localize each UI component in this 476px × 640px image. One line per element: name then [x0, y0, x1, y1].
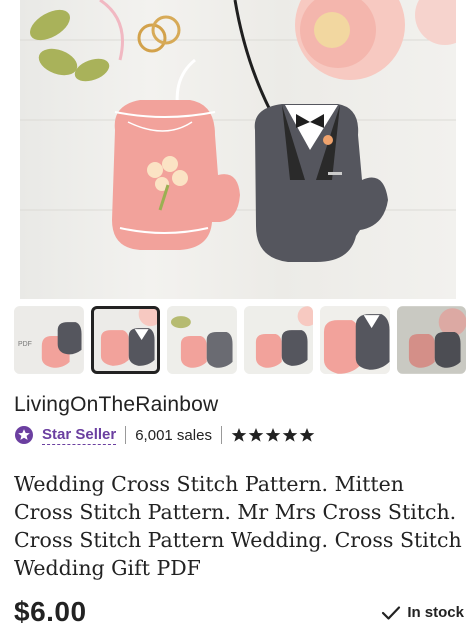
svg-text:PDF: PDF: [18, 341, 32, 348]
divider: [220, 426, 222, 444]
stock-label: In stock: [407, 604, 464, 621]
star-seller-badge-icon: [15, 426, 33, 444]
thumbnail-strip: PDF: [14, 306, 466, 376]
rating-stars[interactable]: [231, 427, 315, 443]
star-icon: [231, 428, 247, 442]
seller-info-row: Star Seller 6,001 sales: [14, 424, 315, 446]
thumbnail-3[interactable]: [167, 306, 237, 374]
thumbnail-5[interactable]: [320, 306, 390, 374]
sales-count: 6,001 sales: [135, 426, 212, 444]
listing-title: Wedding Cross Stitch Pattern. Mitten Cro…: [14, 472, 462, 580]
thumbnail-4[interactable]: [243, 306, 313, 374]
price: $6.00: [14, 596, 87, 627]
product-hero-image[interactable]: [20, 0, 456, 299]
thumbnail-6[interactable]: [396, 306, 466, 374]
divider: [125, 426, 127, 444]
thumbnail-2[interactable]: [90, 306, 160, 374]
stock-status: In stock: [381, 604, 464, 621]
thumbnail-1[interactable]: PDF: [14, 306, 84, 374]
shop-name-link[interactable]: LivingOnTheRainbow: [14, 393, 218, 417]
star-seller-label[interactable]: Star Seller: [42, 426, 117, 445]
mitten-ornaments-illustration: [20, 0, 456, 262]
star-icon: [282, 428, 298, 442]
star-icon: [248, 428, 264, 442]
star-icon: [265, 428, 281, 442]
star-icon: [299, 428, 315, 442]
checkmark-icon: [382, 605, 401, 620]
